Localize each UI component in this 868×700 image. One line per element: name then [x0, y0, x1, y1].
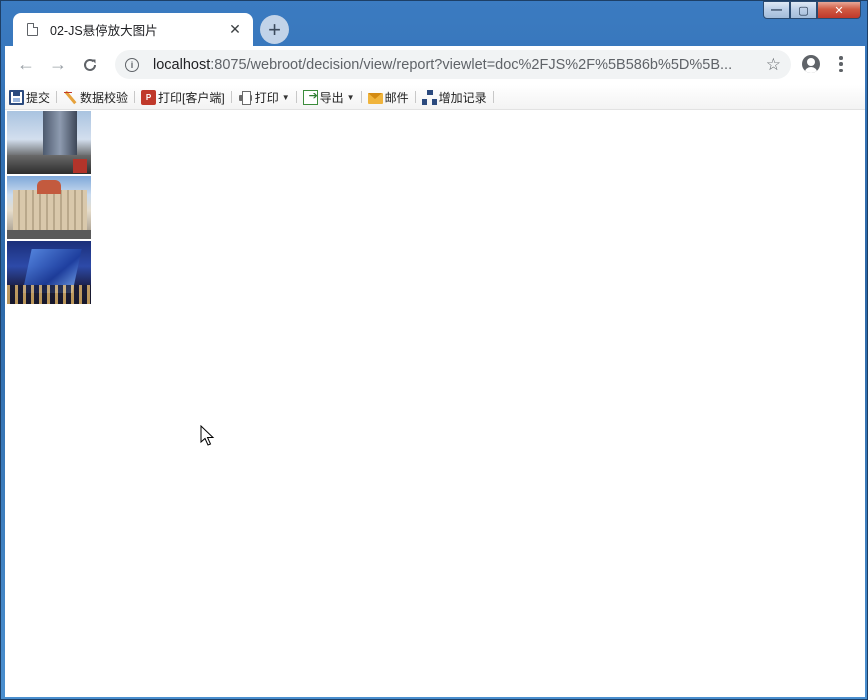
minimize-button[interactable]: —: [763, 1, 790, 19]
window-controls: — ▢ ✕: [763, 1, 861, 19]
submit-button[interactable]: 提交: [6, 86, 53, 108]
export-label: 导出: [319, 90, 344, 105]
add-record-label: 增加记录: [438, 90, 487, 105]
toolbar-divider: [414, 91, 416, 103]
browser-tab[interactable]: 02-JS悬停放大图片 ✕: [13, 13, 253, 46]
night-mall-photo[interactable]: [7, 241, 91, 304]
address-bar[interactable]: i localhost:8075/webroot/decision/view/r…: [115, 50, 791, 79]
export-button[interactable]: 导出 ▼: [300, 86, 358, 108]
chevron-down-icon: ▼: [346, 92, 355, 102]
url-text[interactable]: localhost:8075/webroot/decision/view/rep…: [153, 57, 766, 73]
report-content: [5, 110, 865, 697]
toolbar-divider: [295, 91, 297, 103]
url-host: localhost: [153, 56, 211, 73]
site-info-icon[interactable]: i: [125, 57, 139, 72]
client-print-button[interactable]: P 打印[客户端]: [138, 86, 228, 108]
submit-label: 提交: [26, 90, 51, 105]
browser-window: — ▢ ✕ 02-JS悬停放大图片 ✕ + ← → i localhost:80…: [0, 0, 868, 700]
reload-icon[interactable]: [74, 49, 106, 81]
forward-arrow-icon[interactable]: →: [42, 49, 74, 81]
toolbar-divider: [134, 91, 136, 103]
mail-label: 邮件: [384, 90, 409, 105]
maximize-button[interactable]: ▢: [790, 1, 817, 19]
toolbar-divider: [56, 91, 58, 103]
tab-title: 02-JS悬停放大图片: [50, 24, 158, 38]
browser-menu-icon[interactable]: [837, 54, 845, 74]
page-icon: [27, 23, 38, 36]
report-toolbar: 提交 数据校验 P 打印[客户端] 打印 ▼ 导出 ▼: [5, 85, 865, 110]
new-tab-button[interactable]: +: [260, 15, 289, 44]
pdf-print-icon: P: [141, 89, 157, 105]
back-arrow-icon[interactable]: ←: [10, 49, 42, 81]
mail-icon: [367, 92, 383, 104]
add-record-icon: [421, 89, 437, 105]
palace-hotel-photo[interactable]: [7, 176, 91, 239]
close-window-button[interactable]: ✕: [817, 1, 861, 19]
toolbar-divider: [360, 91, 362, 103]
client-print-label: 打印[客户端]: [158, 90, 225, 105]
chevron-down-icon: ▼: [281, 92, 290, 102]
print-label: 打印: [254, 90, 279, 105]
mail-button[interactable]: 邮件: [365, 86, 412, 108]
skyscraper-photo[interactable]: [7, 111, 91, 174]
tab-close-icon[interactable]: ✕: [227, 21, 243, 38]
toolbar-divider: [492, 91, 494, 103]
reload-glyph: [84, 58, 96, 71]
bookmark-star-icon[interactable]: ☆: [766, 55, 781, 75]
validate-label: 数据校验: [80, 90, 129, 105]
profile-avatar-icon[interactable]: [802, 55, 820, 73]
navigation-bar: ← → i localhost:8075/webroot/decision/vi…: [5, 46, 865, 83]
mouse-cursor-icon: [200, 425, 215, 446]
save-icon: [9, 89, 24, 105]
validate-icon: [63, 90, 78, 105]
browser-body: ← → i localhost:8075/webroot/decision/vi…: [5, 46, 865, 697]
validate-button[interactable]: 数据校验: [60, 86, 131, 108]
image-list: [7, 111, 91, 304]
print-button[interactable]: 打印 ▼: [235, 86, 293, 108]
print-icon: [238, 90, 253, 105]
url-path: :8075/webroot/decision/view/report?viewl…: [210, 56, 733, 73]
add-record-button[interactable]: 增加记录: [419, 86, 490, 108]
toolbar-divider: [230, 91, 232, 103]
export-icon: [302, 89, 318, 105]
title-bar: — ▢ ✕ 02-JS悬停放大图片 ✕ +: [1, 1, 867, 46]
